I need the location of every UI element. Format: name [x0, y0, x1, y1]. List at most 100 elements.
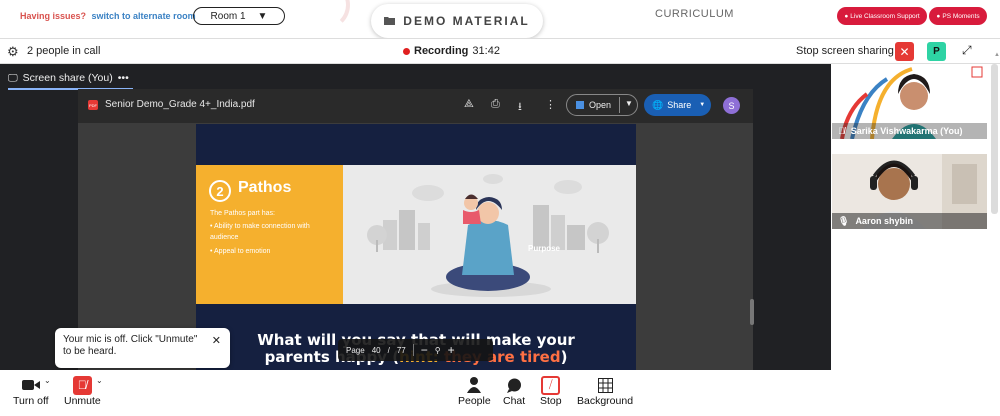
background-button[interactable]: Background [577, 375, 633, 407]
open-button[interactable]: Open ▼ [566, 94, 638, 116]
expand-icon[interactable]: ⤢ [962, 43, 972, 58]
total-pages: 77 [396, 345, 406, 355]
print-icon[interactable]: ⎙ [491, 98, 500, 111]
slide-illustration: Purpose [343, 165, 636, 304]
background-button-label: Background [577, 395, 634, 407]
add-to-drive-icon[interactable]: ⟁ [464, 98, 474, 111]
dropdown-triangle-icon[interactable]: ▼ [625, 99, 633, 108]
people-count: 2 people in call [27, 45, 101, 57]
recording-time: 31:42 [472, 45, 500, 57]
current-page-input[interactable]: 40 [372, 346, 381, 355]
slide-title: Pathos [238, 179, 292, 196]
room-label: Room 1 [210, 10, 246, 22]
participant-tile[interactable]: 🎙̸ Sarika Vishwakarma (You) [832, 64, 987, 139]
participant-name-bar: 🎙̸ Sarika Vishwakarma (You) [832, 123, 987, 139]
pdf-file-name: Senior Demo_Grade 4+_India.pdf [105, 99, 255, 110]
chevron-down-icon[interactable]: ⌄ [44, 376, 51, 385]
share-button[interactable]: 🌐 Share ▼ [644, 94, 711, 116]
slide-bullet: • Ability to make connection with audien… [210, 223, 310, 241]
people-button-label: People [458, 395, 491, 407]
issues-notice: Having issues? switch to alternate room [20, 11, 196, 21]
panel-grip-icon: ▲ [994, 52, 1000, 58]
room-selector[interactable]: Room 1 ▼ [193, 7, 285, 25]
top-bar: Having issues? switch to alternate room … [0, 0, 1000, 38]
camera-dot-icon: ● [936, 12, 941, 20]
issues-question: Having issues? [20, 11, 87, 21]
divider [412, 344, 414, 356]
page-label: Page [346, 345, 365, 355]
participant-name: Aaron shybin [855, 216, 913, 226]
slide-intro: The Pathos part has: [210, 210, 275, 217]
zoom-icon[interactable]: ⚲ [435, 346, 441, 355]
tab-demo-material[interactable]: DEMO MATERIAL [371, 4, 543, 38]
dropdown-triangle-icon: ▼ [257, 10, 268, 22]
alternate-room-link[interactable]: switch to alternate room [92, 11, 196, 21]
monitor-icon: 🖵 [8, 72, 18, 84]
purpose-label: Purpose [528, 244, 561, 253]
avatar[interactable]: S [723, 97, 740, 114]
stop-share-button[interactable]: ⧸ Stop [540, 375, 562, 407]
mic-icon: 🎙 [838, 215, 850, 226]
recording-indicator: Recording 31:42 [403, 45, 500, 57]
chat-button[interactable]: Chat [503, 375, 525, 407]
live-classroom-support-button[interactable]: ● Live Classroom Support [837, 7, 927, 25]
chat-bubble-icon [506, 375, 522, 395]
mic-off-tooltip: Your mic is off. Click "Unmute" to be he… [55, 328, 230, 368]
zoom-out-icon[interactable]: − [421, 343, 428, 357]
tab-curriculum[interactable]: CURRICULUM [655, 8, 734, 20]
close-icon: ✕ [899, 44, 910, 59]
tab-screen-share[interactable]: 🖵 Screen share (You) ••• [8, 68, 133, 90]
participant-name-bar: 🎙 Aaron shybin [832, 213, 987, 229]
tab-demo-material-label: DEMO MATERIAL [403, 14, 530, 28]
avatar[interactable]: P [927, 42, 946, 61]
zoom-in-icon[interactable]: + [448, 343, 455, 357]
ps-moments-button[interactable]: ● PS Moments [929, 7, 987, 25]
recording-dot-icon [403, 47, 410, 55]
gear-icon[interactable]: ⚙ [7, 44, 19, 60]
call-header: ⚙ 2 people in call Recording 31:42 Stop … [0, 38, 1000, 64]
video-camera-icon [21, 375, 40, 395]
folder-icon [384, 14, 396, 28]
mic-off-message: Your mic is off. Click "Unmute" to be he… [63, 334, 198, 357]
slide-number: 2 [209, 180, 231, 202]
stop-screen-sharing-label: Stop screen sharing [796, 45, 894, 57]
pdf-file-icon: PDF [88, 100, 98, 110]
close-icon[interactable]: ✕ [212, 335, 221, 347]
chat-button-label: Chat [503, 395, 526, 407]
screen-share-tab-label: Screen share (You) [22, 72, 113, 84]
download-icon[interactable]: ⭳ [518, 98, 522, 117]
slide-image: 2 Pathos The Pathos part has: • Ability … [196, 165, 636, 304]
chevron-down-icon: ▼ [699, 102, 706, 108]
background-grid-icon [597, 375, 613, 395]
mic-off-icon: 🎙̸ [72, 375, 92, 395]
slide-left-panel: 2 Pathos The Pathos part has: • Ability … [196, 165, 343, 304]
people-button[interactable]: People [458, 375, 491, 407]
participant-name: Sarika Vishwakarma (You) [850, 126, 963, 136]
share-label: Share [667, 100, 692, 110]
more-vertical-icon[interactable]: ⋮ [545, 98, 556, 111]
stop-button-label: Stop [540, 395, 562, 407]
pdf-scrollbar-thumb[interactable] [750, 299, 754, 325]
main-stage: 🖵 Screen share (You) ••• PDF Senior Demo… [0, 64, 831, 370]
decorative-arc [300, 0, 350, 30]
mic-muted-icon: 🎙̸ [838, 126, 845, 136]
slide-bullet: • Appeal to emotion [210, 248, 271, 255]
mother-child-illustration [367, 174, 609, 297]
stop-share-icon: ⧸ [541, 375, 561, 395]
bottom-toolbar: Turn off ⌄ 🎙̸ Unmute ⌄ People Chat ⧸ Sto… [0, 370, 1000, 416]
stop-screen-sharing-button[interactable]: ✕ [895, 42, 914, 61]
open-label: Open [589, 100, 612, 110]
camera-button-label: Turn off [13, 395, 49, 407]
unmute-button-label: Unmute [64, 395, 101, 407]
more-options-icon[interactable]: ••• [118, 72, 129, 84]
globe-icon: 🌐 [652, 99, 664, 110]
app-icon [576, 101, 584, 109]
pdf-toolbar: PDF Senior Demo_Grade 4+_India.pdf ⟁ ⎙ ⭳… [78, 89, 753, 123]
page-separator: / [387, 345, 390, 355]
live-dot-icon: ● [844, 12, 849, 20]
live-support-label: Live Classroom Support [850, 12, 920, 20]
participants-scrollbar[interactable] [991, 64, 998, 214]
chevron-down-icon[interactable]: ⌄ [96, 376, 103, 385]
participant-tile[interactable]: 🎙 Aaron shybin [832, 154, 987, 229]
person-icon [467, 375, 482, 395]
